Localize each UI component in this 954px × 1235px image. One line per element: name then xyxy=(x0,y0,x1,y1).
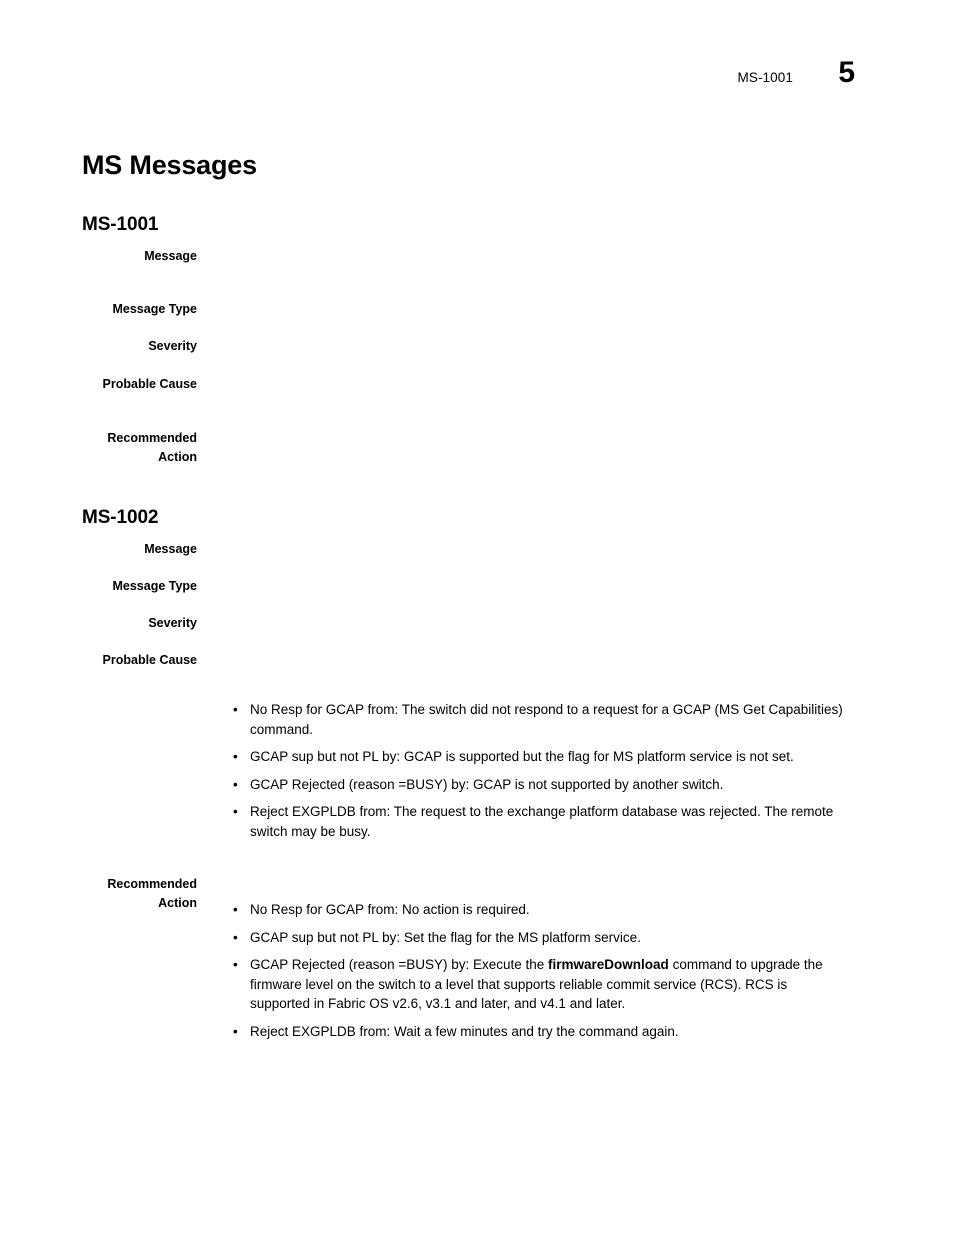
command-name: firmwareDownload xyxy=(548,957,669,972)
entry-row-severity: Severity xyxy=(0,337,954,356)
bullet-point-icon: • xyxy=(233,804,238,819)
entry-row-message: Message xyxy=(0,247,954,266)
entry-row-message-type-2: Message Type xyxy=(0,577,954,596)
list-item: • GCAP sup but not PL by: Set the flag f… xyxy=(233,928,843,948)
recommended-action-bullet-list: • No Resp for GCAP from: No action is re… xyxy=(233,900,843,1041)
entry-row-recommended-action: Recommended Action xyxy=(0,429,954,466)
header-reference: MS-1001 xyxy=(737,70,793,85)
list-item-text-pre: GCAP Rejected (reason =BUSY) by: Execute… xyxy=(250,957,549,972)
entry-label-probable-cause-2: Probable Cause xyxy=(102,653,197,667)
entry-label-message: Message xyxy=(144,249,197,263)
entry-row-message-type: Message Type xyxy=(0,300,954,319)
entry-label-message-type: Message Type xyxy=(112,302,197,316)
entry-row-probable-cause-2: Probable Cause xyxy=(0,651,954,670)
bullet-point-icon: • xyxy=(233,749,238,764)
entry-label-message-2: Message xyxy=(144,542,197,556)
list-item-text: Reject EXGPLDB from: The request to the … xyxy=(250,804,834,839)
bullet-point-icon: • xyxy=(233,702,238,717)
list-item-text: No Resp for GCAP from: No action is requ… xyxy=(250,902,530,917)
entry-row-message-2: Message xyxy=(0,540,954,559)
bullet-point-icon: • xyxy=(233,1023,238,1039)
chapter-title: MS Messages xyxy=(82,150,257,181)
list-item: • No Resp for GCAP from: No action is re… xyxy=(233,900,843,920)
list-item: • GCAP sup but not PL by: GCAP is suppor… xyxy=(233,747,843,767)
document-page: MS-1001 5 MS Messages MS-1001 Message Me… xyxy=(0,0,954,1235)
list-item-text: No Resp for GCAP from: The switch did no… xyxy=(250,702,843,737)
running-header: MS-1001 5 xyxy=(738,58,855,88)
page-number: 5 xyxy=(838,56,855,89)
list-item-text: Reject EXGPLDB from: Wait a few minutes … xyxy=(250,1023,679,1039)
list-item: • GCAP Rejected (reason =BUSY) by: Execu… xyxy=(233,955,843,1014)
list-item: • Reject EXGPLDB from: The request to th… xyxy=(233,802,843,841)
entry-label-recommended-action: Recommended Action xyxy=(107,431,197,464)
entry-label-severity: Severity xyxy=(148,339,197,353)
bullet-point-icon: • xyxy=(233,957,238,972)
list-item-text: GCAP sup but not PL by: GCAP is supporte… xyxy=(250,749,794,764)
list-item: • Reject EXGPLDB from: Wait a few minute… xyxy=(233,1022,843,1042)
entry-label-probable-cause: Probable Cause xyxy=(102,377,197,391)
bullet-point-icon: • xyxy=(233,929,238,945)
list-item-text: GCAP sup but not PL by: Set the flag for… xyxy=(250,929,641,945)
probable-cause-bullet-list: • No Resp for GCAP from: The switch did … xyxy=(233,700,843,841)
list-item: • GCAP Rejected (reason =BUSY) by: GCAP … xyxy=(233,775,843,795)
section-heading-ms-1002: MS-1002 xyxy=(82,506,159,528)
list-item: • No Resp for GCAP from: The switch did … xyxy=(233,700,843,739)
entry-label-severity-2: Severity xyxy=(148,616,197,630)
entry-label-message-type-2: Message Type xyxy=(112,579,197,593)
bullet-point-icon: • xyxy=(233,776,238,792)
entry-row-probable-cause: Probable Cause xyxy=(0,375,954,394)
bullet-point-icon: • xyxy=(233,902,238,917)
section-heading-ms-1001: MS-1001 xyxy=(82,213,159,235)
list-item-text: GCAP Rejected (reason =BUSY) by: GCAP is… xyxy=(250,776,724,792)
entry-row-severity-2: Severity xyxy=(0,614,954,633)
entry-label-recommended-action-2: Recommended Action xyxy=(107,877,197,910)
